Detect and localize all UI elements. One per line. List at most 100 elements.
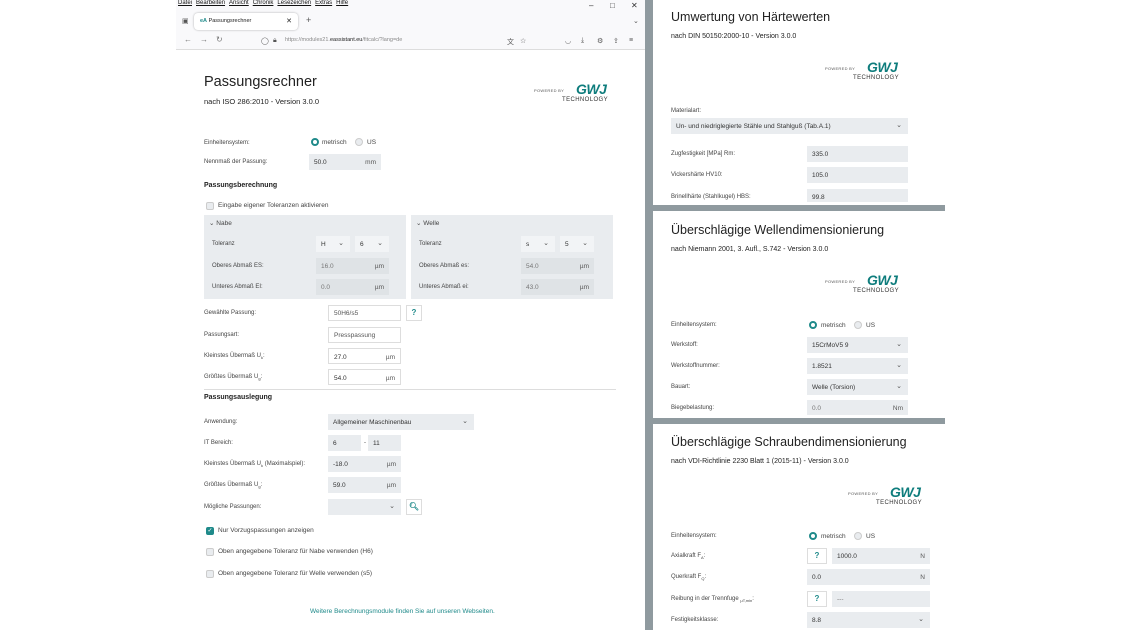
share-icon[interactable]: ⇪ (613, 37, 619, 45)
preferred-fits-checkbox[interactable]: ✓ (206, 527, 214, 535)
back-icon[interactable]: ← (184, 35, 192, 44)
brinell-input[interactable]: 99.8 (807, 189, 908, 202)
divider (204, 389, 616, 390)
maximize-icon[interactable]: □ (610, 1, 615, 10)
it-from-input[interactable]: 6 (328, 435, 361, 451)
menu-extras[interactable]: Extras (315, 0, 332, 6)
shaft-unit-metric-radio[interactable] (809, 321, 817, 329)
shaft-unit-us-radio[interactable] (854, 321, 862, 329)
star-icon[interactable]: ☆ (520, 37, 526, 45)
hub-lower-dev-field: 0.0 µm (316, 279, 389, 295)
menu-bearbeiten[interactable]: Bearbeiten (196, 0, 225, 6)
page-title: Passungsrechner (204, 74, 317, 90)
hub-tolerance-grade-select[interactable]: 6 ⌄ (355, 236, 389, 252)
extension-icon[interactable]: ⚙ (597, 37, 603, 45)
strength-class-select[interactable]: 8.8 ⌄ (807, 612, 930, 628)
use-shaft-tolerance-checkbox[interactable] (206, 570, 214, 578)
chosen-fit-label: Gewählte Passung: (204, 310, 257, 316)
menu-lesezeichen[interactable]: Lesezeichen (277, 0, 311, 6)
screw-unit-metric-radio[interactable] (809, 532, 817, 540)
minimize-icon[interactable]: – (589, 1, 593, 10)
pocket-icon[interactable]: ◡ (565, 37, 571, 45)
url-suffix: /fitcalc/?lang=de (362, 37, 403, 43)
axial-force-input[interactable]: 1000.0 N (832, 548, 930, 564)
max-interference-label: Größtes Übermaß Ug: (204, 374, 263, 382)
shaft-dim-title: Überschlägige Wellendimensionierung (671, 223, 885, 237)
brinell-label: Brinellhärte (Stahlkugel) HBS: (671, 194, 751, 200)
it-range-dash: - (364, 440, 366, 446)
it-range-label: IT Bereich: (204, 440, 233, 446)
transverse-force-input[interactable]: 0.0 N (807, 569, 930, 585)
shaft-type-select[interactable]: Welle (Torsion) ⌄ (807, 379, 908, 395)
close-window-icon[interactable]: ✕ (631, 1, 638, 10)
reload-icon[interactable]: ↻ (216, 35, 223, 44)
forward-icon[interactable]: → (200, 35, 208, 44)
menu-chronik[interactable]: Chronik (253, 0, 274, 6)
logo-brand: GWJ (867, 272, 898, 288)
material-type-select[interactable]: Un- und niedriglegierte Stähle und Stahl… (671, 118, 908, 134)
screw-unit-us-label: US (866, 533, 876, 540)
vickers-input[interactable]: 105.0 (807, 167, 908, 183)
browser-tab[interactable]: eA Passungsrechner ✕ (194, 13, 298, 30)
axial-help-button[interactable]: ? (807, 548, 827, 564)
hub-lower-dev-value: 0.0 (321, 284, 331, 291)
tab-list-icon[interactable]: ▣ (182, 17, 189, 25)
menu-hilfe[interactable]: Hilfe (336, 0, 348, 6)
shaft-unit-label: Einheitensystem: (671, 322, 717, 328)
nominal-size-input[interactable]: 50.0 mm (309, 154, 381, 170)
own-tolerance-checkbox[interactable] (206, 202, 214, 210)
application-select[interactable]: Allgemeiner Maschinenbau ⌄ (328, 414, 474, 430)
tab-close-icon[interactable]: ✕ (286, 17, 292, 25)
friction-help-button[interactable]: ? (807, 591, 827, 607)
shaft-tolerance-letter-select[interactable]: s ⌄ (521, 236, 555, 252)
nominal-size-unit: mm (365, 159, 376, 166)
shaft-heading-text: Welle (423, 220, 440, 227)
friction-input[interactable]: --- (832, 591, 930, 607)
more-modules-link[interactable]: Weitere Berechnungsmodule finden Sie auf… (310, 608, 495, 615)
logo-technology: TECHNOLOGY (562, 97, 609, 103)
shaft-material-select[interactable]: 15CrMoV5 9 ⌄ (807, 337, 908, 353)
url-prefix: https://modules21. (285, 37, 330, 43)
search-button[interactable]: 🔍︎ (406, 499, 422, 515)
menu-ansicht[interactable]: Ansicht (229, 0, 249, 6)
shield-icon[interactable]: ◯ (261, 37, 269, 45)
shaft-tolerance-grade-select[interactable]: 5 ⌄ (560, 236, 594, 252)
hub-heading[interactable]: ⌄ Nabe (209, 219, 232, 227)
menu-datei[interactable]: Datei (178, 0, 192, 6)
max-interference-sub: g (258, 376, 261, 382)
lock-icon[interactable]: 🔒︎ (273, 37, 277, 45)
new-tab-icon[interactable]: + (306, 15, 311, 25)
use-hub-tolerance-checkbox[interactable] (206, 548, 214, 556)
shaft-matno-select[interactable]: 1.8521 ⌄ (807, 358, 908, 374)
page-subtitle: nach ISO 286:2010 - Version 3.0.0 (204, 97, 320, 106)
hub-tolerance-letter-select[interactable]: H ⌄ (316, 236, 350, 252)
shaft-dim-subtitle: nach Niemann 2001, 3. Aufl., S.742 - Ver… (671, 246, 829, 253)
tensile-input[interactable]: 335.0 (807, 146, 908, 162)
shaft-tolerance-label: Toleranz (419, 241, 442, 247)
shaft-upper-dev-label: Oberes Abmaß es: (419, 263, 470, 269)
max-interference2-unit: µm (386, 482, 396, 489)
it-to-input[interactable]: 11 (368, 435, 401, 451)
logo-powered-by: POWERED BY (534, 88, 565, 93)
translate-icon[interactable]: 文 (507, 37, 514, 47)
menu-icon[interactable]: ≡ (629, 37, 633, 44)
download-icon[interactable]: ⤓ (581, 37, 584, 45)
unit-metric-radio[interactable] (311, 138, 319, 146)
shaft-heading[interactable]: ⌄ Welle (416, 219, 439, 227)
hub-upper-dev-label: Oberes Abmaß ES: (212, 263, 264, 269)
chevron-down-icon: ⌄ (896, 383, 902, 390)
use-shaft-tolerance-label: Oben angegebene Toleranz für Welle verwe… (218, 570, 373, 577)
unit-us-radio[interactable] (355, 138, 363, 146)
url-bar[interactable]: https://modules21.eassistant.eu/fitcalc/… (285, 37, 402, 43)
hardness-subtitle: nach DIN 50150:2000-10 - Version 3.0.0 (671, 33, 797, 40)
min-interference2-input[interactable]: -18.0 µm (328, 456, 401, 472)
bending-input[interactable]: 0.0 Nm (807, 400, 908, 415)
screw-unit-metric-label: metrisch (821, 533, 846, 540)
transverse-force-label: Querkraft FQ: (671, 574, 707, 582)
max-interference2-input[interactable]: 59.0 µm (328, 477, 401, 493)
chevron-down-icon[interactable]: ⌄ (633, 17, 639, 25)
help-button[interactable]: ? (406, 305, 422, 321)
shaft-lower-dev-value: 43.0 (526, 284, 539, 291)
screw-unit-us-radio[interactable] (854, 532, 862, 540)
possible-fits-select[interactable]: ⌄ (328, 499, 401, 515)
